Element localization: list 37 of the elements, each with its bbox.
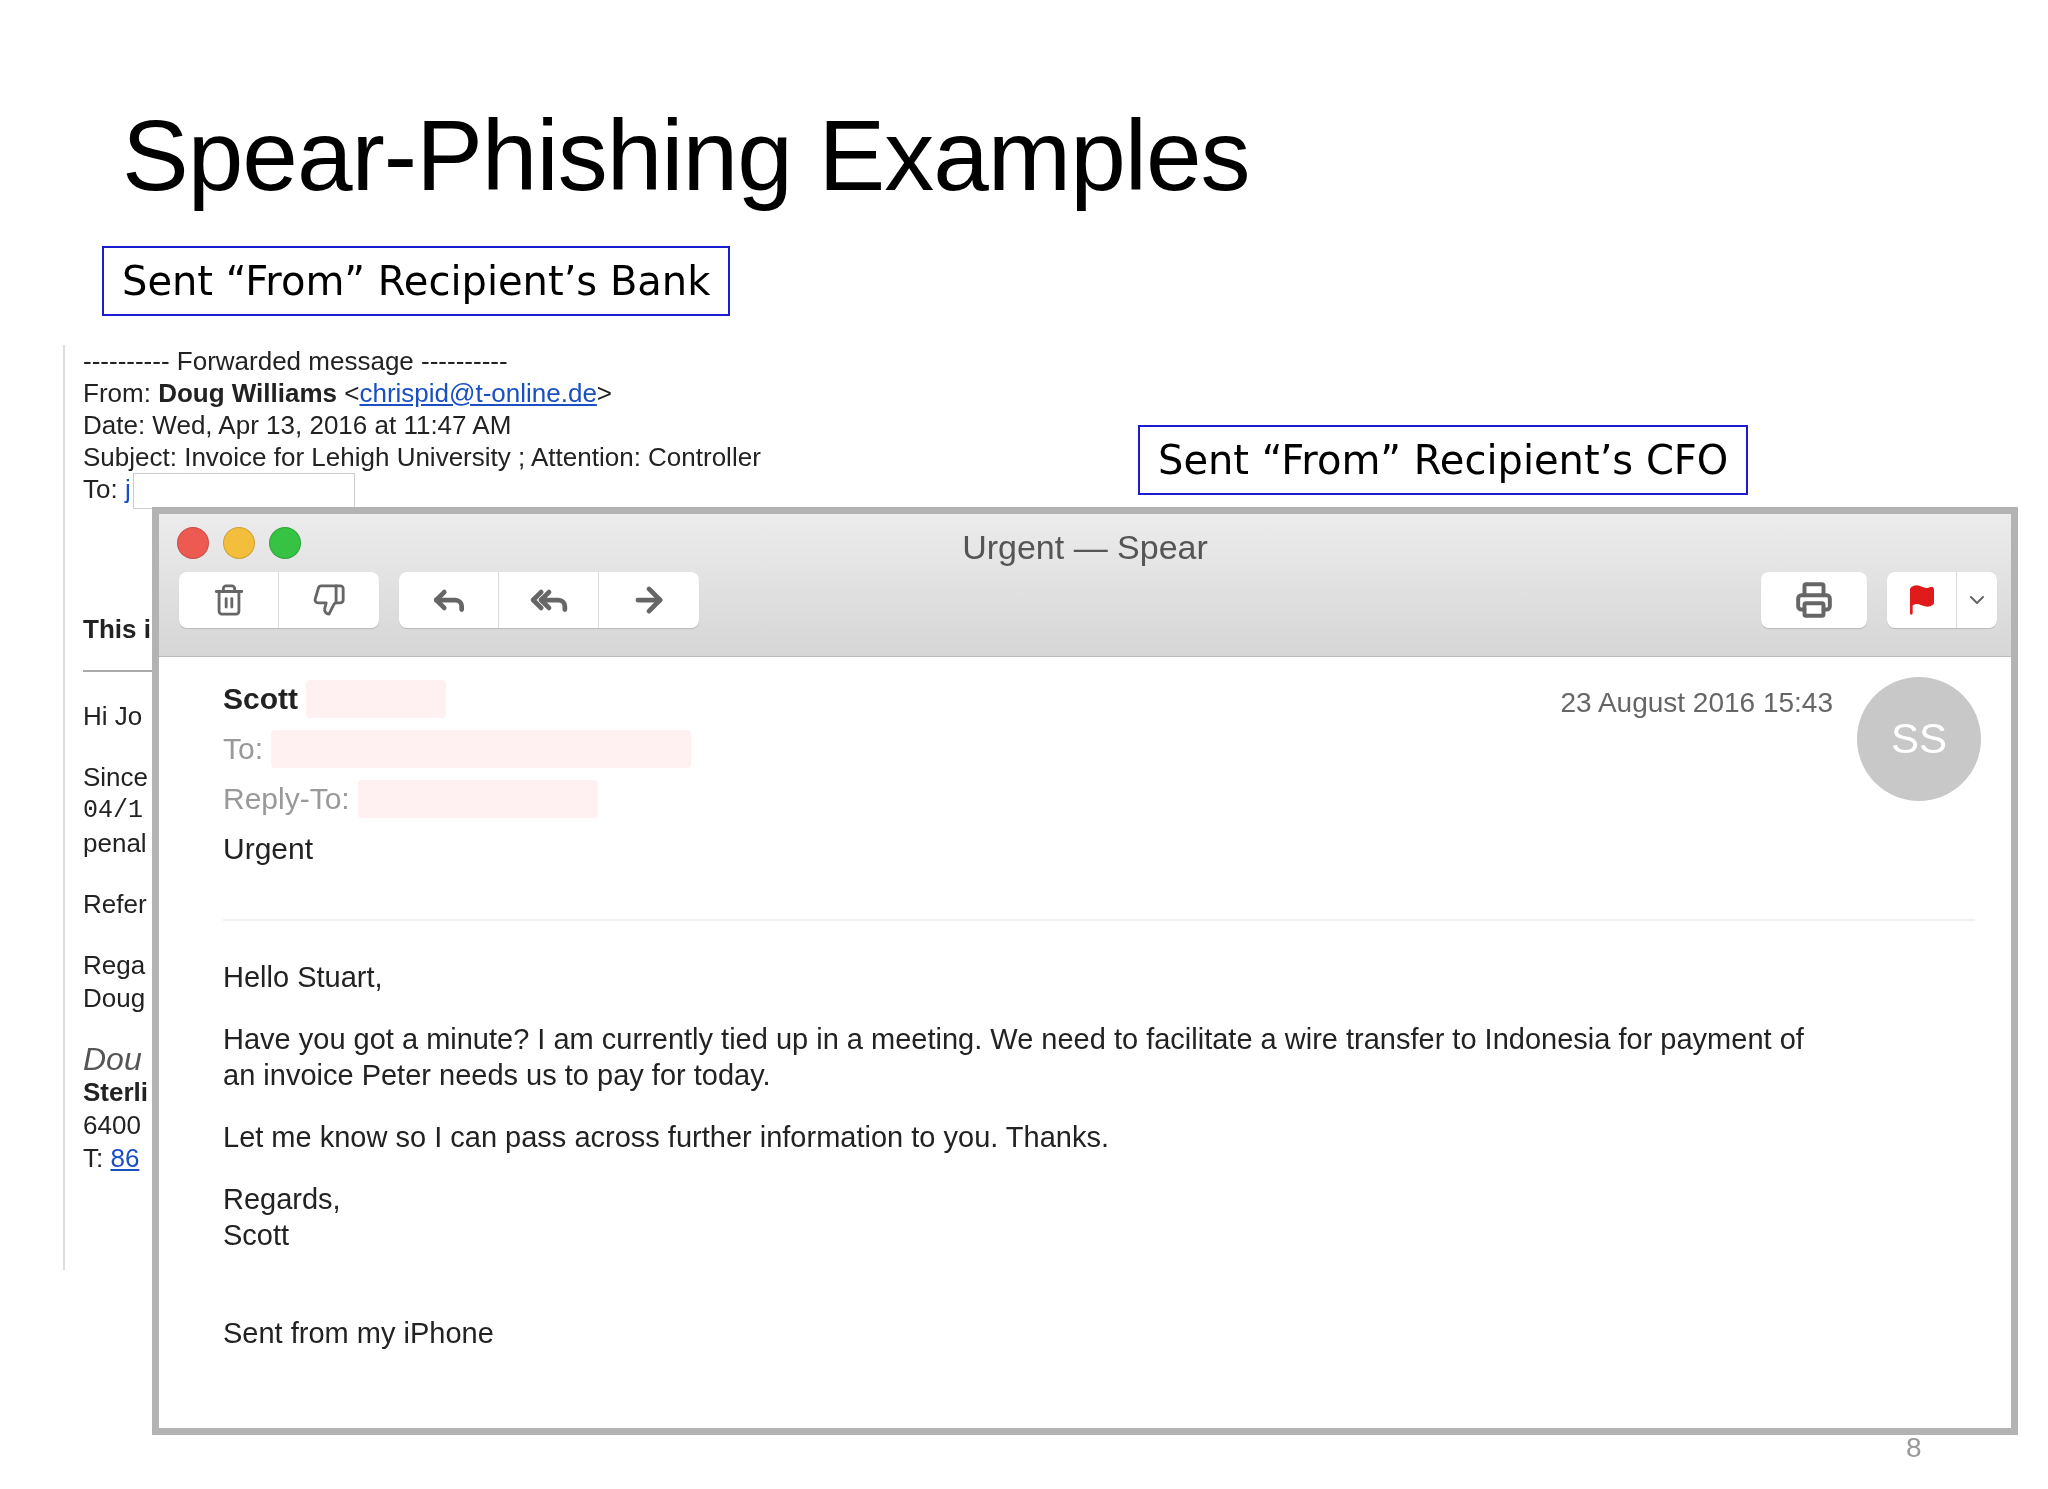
email-text: Hi Jo xyxy=(83,700,143,734)
email-text: Sterli xyxy=(83,1076,149,1110)
slide-title: Spear-Phishing Examples xyxy=(122,98,1250,213)
email-text: Doug xyxy=(83,982,146,1016)
phone-line: T: 86 xyxy=(83,1142,140,1176)
subject-text: Urgent xyxy=(223,832,314,866)
email-text: 6400 xyxy=(83,1109,141,1143)
message-text: Regards, Scott xyxy=(223,1182,342,1253)
sender-name: Scott xyxy=(223,682,298,716)
subject-line: Subject: Invoice for Lehigh University ; Attention: Controller xyxy=(83,441,761,473)
to-label: To: xyxy=(223,732,264,766)
email-link[interactable]: chrispid@t-online.de xyxy=(359,378,597,408)
email-text: 04/1 xyxy=(83,795,143,828)
reply-to-label: Reply-To: xyxy=(223,782,350,816)
callout-label: Sent “From” Recipient’s Bank xyxy=(102,246,731,316)
window-title: Urgent — Spear xyxy=(962,528,1208,566)
callout-label: Sent “From” Recipient’s CFO xyxy=(1138,425,1749,495)
printer-icon xyxy=(1795,581,1833,619)
date-line: Date: Wed, Apr 13, 2016 at 11:47 AM xyxy=(83,409,512,441)
phone-link[interactable]: 86 xyxy=(110,1143,140,1174)
email-text: Rega xyxy=(83,949,146,983)
email-text: This i xyxy=(83,613,151,647)
forwarded-banner-text: ---------- Forwarded message ---------- xyxy=(83,345,508,377)
page-number: 8 xyxy=(1906,1432,1922,1464)
message-text: Let me know so I can pass across further information to you. Thanks. xyxy=(223,1120,1110,1155)
from-line: From: Doug Williams <chrispid@t-online.de> xyxy=(83,377,613,409)
email-text: penal xyxy=(83,827,147,861)
thumbs-down-icon xyxy=(312,583,346,617)
close-button[interactable] xyxy=(177,527,209,559)
message-text: Have you got a minute? I am currently tied up in a meeting. We need to facilitate a wire transfer to Indonesia for payment of an invoice Peter needs us to pay for today. xyxy=(223,1022,1805,1093)
email-text: Refer xyxy=(83,888,147,922)
message-text: Hello Stuart, xyxy=(223,960,384,995)
email-text: Since xyxy=(83,761,149,795)
message-date: 23 August 2016 15:43 xyxy=(1560,687,1833,719)
message-text: Sent from my iPhone xyxy=(223,1316,495,1351)
email-text: Dou xyxy=(83,1043,142,1077)
recipient-link[interactable]: j xyxy=(124,474,131,504)
